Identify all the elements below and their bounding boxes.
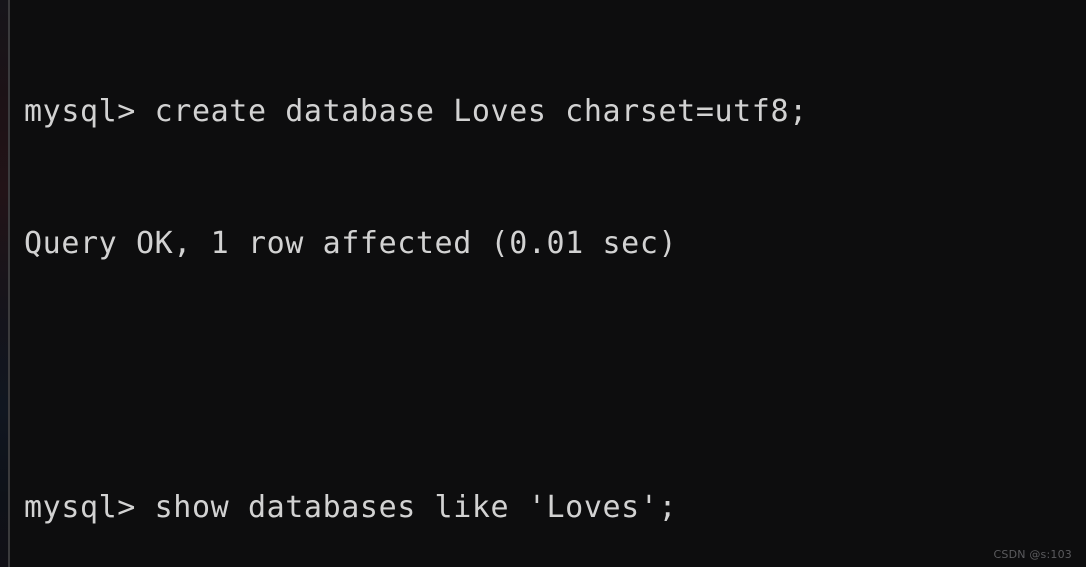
- terminal-line-blank-1: [24, 354, 1086, 398]
- left-edge-rule: [8, 0, 10, 567]
- watermark: CSDN @s:103: [993, 548, 1072, 561]
- terminal-line-create-status: Query OK, 1 row affected (0.01 sec): [24, 226, 678, 261]
- terminal-line-command-show: mysql> show databases like 'Loves';: [24, 490, 678, 525]
- terminal-window: mysql> create database Loves charset=utf…: [0, 0, 1086, 567]
- terminal-output[interactable]: mysql> create database Loves charset=utf…: [24, 0, 1086, 567]
- terminal-line-command-create: mysql> create database Loves charset=utf…: [24, 94, 808, 129]
